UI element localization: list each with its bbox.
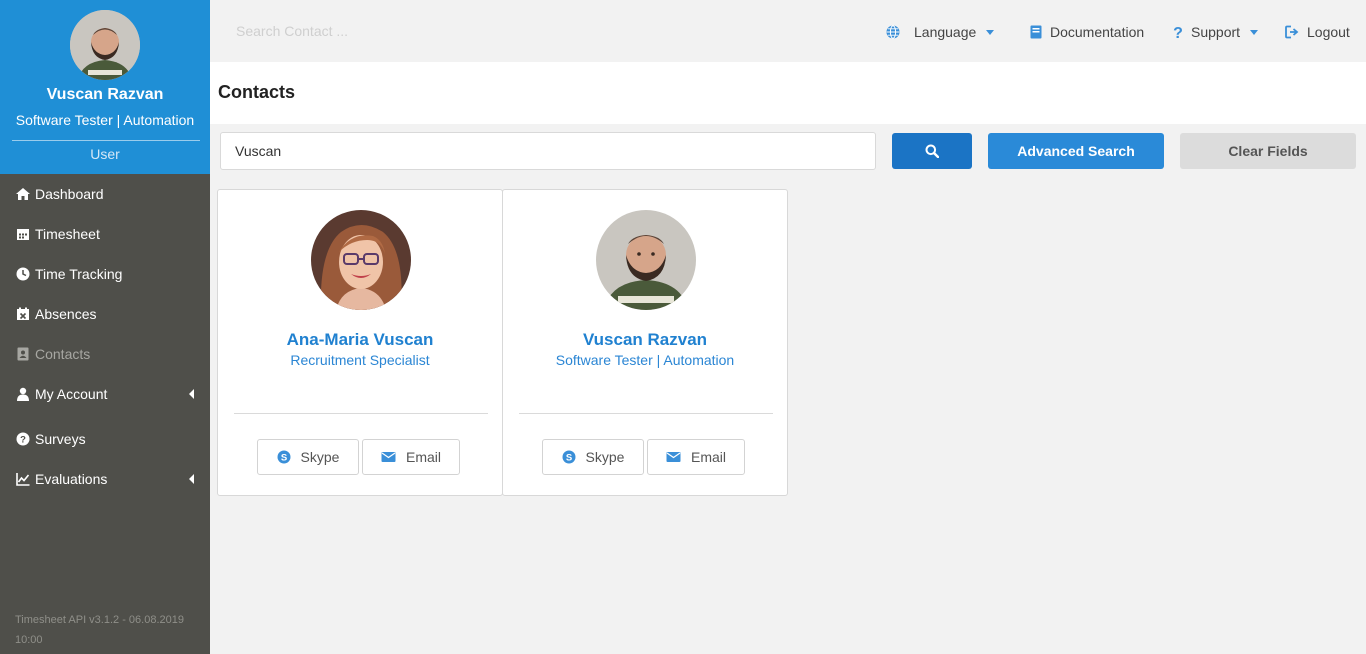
logout-link[interactable]: Logout [1285,22,1350,42]
user-avatar[interactable] [70,10,140,80]
contact-card: Vuscan Razvan Software Tester | Automati… [502,189,788,496]
skype-button[interactable]: S Skype [542,439,644,475]
sidebar-item-label: Time Tracking [35,266,123,282]
book-icon [1030,25,1042,39]
profile-divider [12,140,200,141]
line-chart-icon [16,473,30,486]
contact-photo [311,210,411,310]
language-label: Language [914,24,977,40]
page-title: Contacts [218,82,296,102]
sidebar-item-label: Contacts [35,346,91,362]
email-button[interactable]: Email [362,439,460,475]
sidebar-item-absences[interactable]: Absences [0,294,210,334]
topbar: Language Documentation ? Support Logout [210,0,1366,62]
sidebar-item-label: Evaluations [35,471,108,487]
documentation-label: Documentation [1050,24,1145,40]
skype-label: Skype [585,449,625,465]
clock-icon [16,267,30,281]
sidebar-item-my-account[interactable]: My Account [0,374,210,414]
skype-icon: S [277,450,291,464]
card-divider [234,413,488,414]
logout-label: Logout [1307,24,1350,40]
sidebar-item-timesheet[interactable]: Timesheet [0,214,210,254]
user-role: Software Tester | Automation [15,112,195,128]
contact-name[interactable]: Ana-Maria Vuscan [218,330,502,350]
envelope-icon [666,452,681,462]
svg-text:S: S [280,453,286,464]
sidebar-item-label: Dashboard [35,186,104,202]
documentation-link[interactable]: Documentation [1030,22,1144,42]
support-label: Support [1191,24,1241,40]
support-dropdown[interactable]: ? Support [1173,22,1259,42]
user-icon [17,387,29,401]
language-dropdown[interactable]: Language [886,22,995,42]
email-button[interactable]: Email [647,439,745,475]
calendar-times-icon [17,307,29,320]
sidebar: Vuscan Razvan Software Tester | Automati… [0,0,210,654]
skype-icon: S [562,450,576,464]
sidebar-item-label: Absences [35,306,97,322]
advanced-search-button[interactable]: Advanced Search [988,133,1164,169]
contact-title: Recruitment Specialist [290,352,430,368]
envelope-icon [381,452,396,462]
skype-label: Skype [300,449,340,465]
search-button[interactable] [892,133,972,169]
globe-icon [886,25,900,39]
sidebar-item-surveys[interactable]: ? Surveys [0,419,210,459]
sidebar-item-label: Timesheet [35,226,100,242]
page-header: Contacts [210,62,1366,124]
card-divider [519,413,773,414]
sidebar-item-dashboard[interactable]: Dashboard [0,174,210,214]
sidebar-item-evaluations[interactable]: Evaluations [0,459,210,499]
question-circle-icon: ? [16,432,30,446]
profile-header: Vuscan Razvan Software Tester | Automati… [0,0,210,174]
caret-left-icon [189,389,194,399]
caret-down-icon [1250,29,1259,35]
email-label: Email [405,449,441,465]
sidebar-item-label: Surveys [35,431,86,447]
contact-name[interactable]: Vuscan Razvan [503,330,787,350]
clear-fields-button[interactable]: Clear Fields [1180,133,1356,169]
contact-search-input[interactable] [236,20,456,42]
contact-card: Ana-Maria Vuscan Recruitment Specialist … [217,189,503,496]
sign-out-icon [1285,25,1299,39]
user-name: Vuscan Razvan [46,86,164,103]
address-book-icon [17,347,29,361]
skype-button[interactable]: S Skype [257,439,359,475]
calendar-icon [17,229,29,240]
caret-left-icon [189,474,194,484]
sidebar-item-label: My Account [35,386,108,402]
home-icon [16,188,30,200]
svg-text:?: ? [20,435,26,446]
email-label: Email [690,449,726,465]
search-icon [925,144,939,158]
svg-text:S: S [565,453,571,464]
sidebar-item-time-tracking[interactable]: Time Tracking [0,254,210,294]
question-icon: ? [1173,25,1183,39]
version-info: Timesheet API v3.1.2 - 06.08.2019 10:00 [15,614,184,646]
contact-title: Software Tester | Automation [555,352,735,368]
caret-down-icon [986,29,995,35]
contacts-search-input[interactable] [220,132,876,170]
svg-text:?: ? [1173,25,1183,39]
sidebar-nav: Dashboard Timesheet Time Tracking Absenc… [0,174,210,499]
sidebar-item-contacts[interactable]: Contacts [0,334,210,374]
user-group: User [90,146,120,162]
contact-photo [596,210,696,310]
